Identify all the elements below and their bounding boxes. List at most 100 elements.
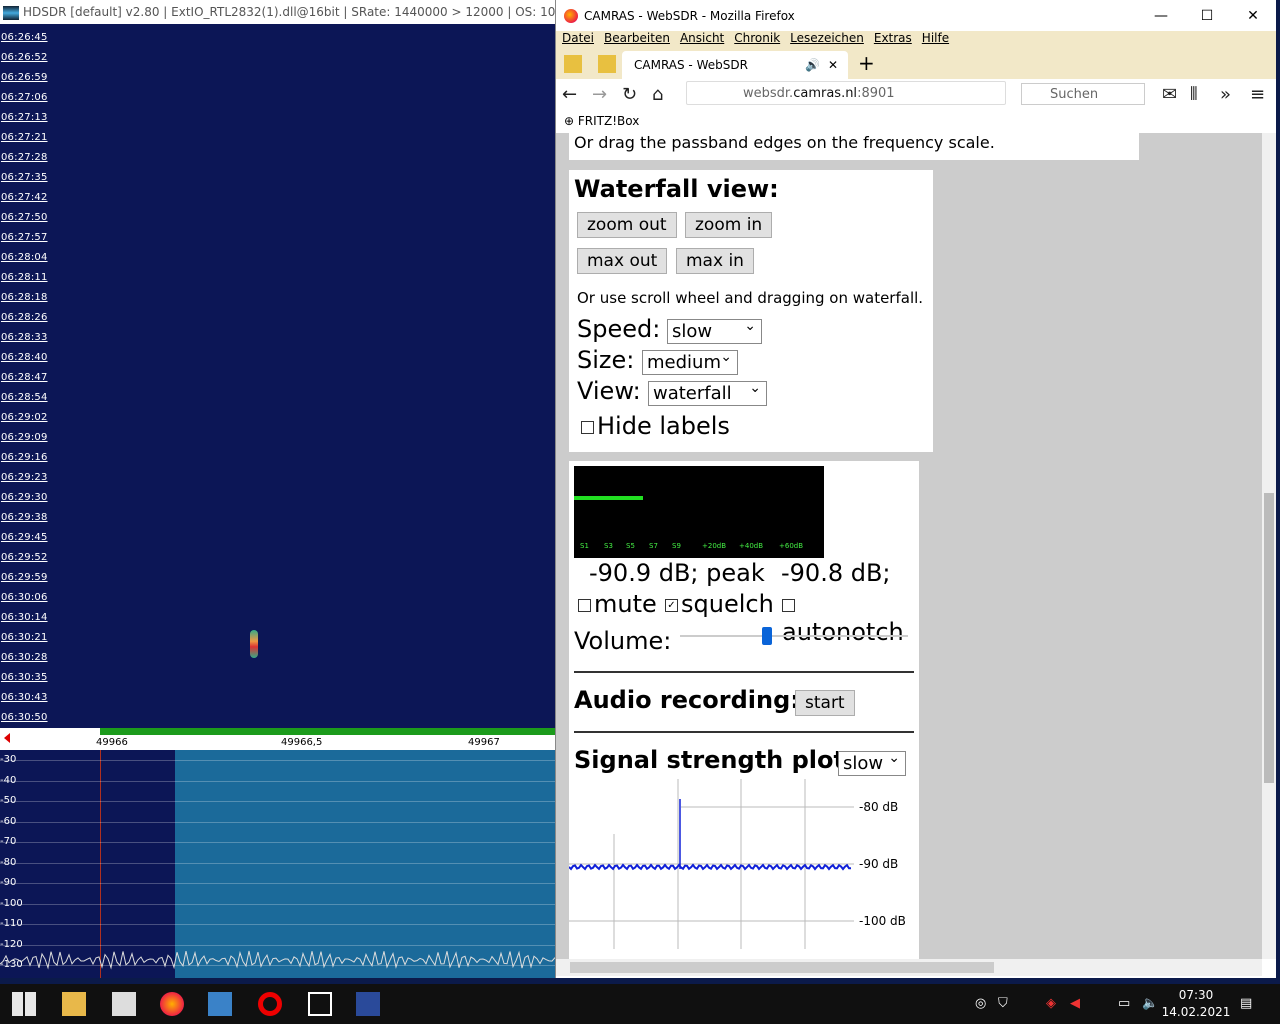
- close-button[interactable]: ✕: [1230, 8, 1276, 24]
- url-prefix: websdr.: [743, 86, 794, 101]
- mail-icon[interactable]: ✉: [1162, 84, 1177, 105]
- new-tab-button[interactable]: +: [858, 51, 875, 75]
- minimize-button[interactable]: —: [1138, 8, 1184, 24]
- time-label: 06:29:16: [1, 452, 48, 463]
- reload-icon[interactable]: ↻: [622, 84, 637, 105]
- store-icon[interactable]: [112, 992, 136, 1016]
- search-placeholder: Suchen: [1050, 87, 1099, 102]
- menu-chronik[interactable]: Chronik: [734, 31, 780, 49]
- clock[interactable]: 07:30 14.02.2021: [1156, 987, 1236, 1021]
- file-explorer-icon[interactable]: [62, 992, 86, 1016]
- mute-checkbox[interactable]: mute: [578, 590, 657, 618]
- media-icon[interactable]: [208, 992, 232, 1016]
- horizontal-scrollbar[interactable]: [556, 959, 1262, 976]
- firefox-taskbar-icon[interactable]: [160, 992, 184, 1016]
- speaker-icon[interactable]: 🔊: [805, 51, 820, 79]
- search-input[interactable]: Suchen: [1021, 83, 1145, 105]
- url-bar[interactable]: websdr.camras.nl:8901: [686, 81, 1006, 105]
- back-icon[interactable]: ←: [562, 84, 577, 105]
- network-icon[interactable]: ▭: [1118, 996, 1130, 1011]
- tray-icon[interactable]: ◎: [975, 996, 986, 1011]
- time-label: 06:29:52: [1, 552, 48, 563]
- taskbar: ◎ ⛉ ◈ ◀ ▭ 🔈 07:30 14.02.2021 ▤: [0, 984, 1280, 1024]
- menu-datei[interactable]: Datei: [562, 31, 594, 49]
- close-tab-icon[interactable]: ✕: [828, 51, 838, 79]
- maximize-button[interactable]: ☐: [1184, 8, 1230, 24]
- max-in-button[interactable]: max in: [676, 248, 754, 274]
- signal-blip: [250, 630, 258, 658]
- snipping-icon[interactable]: [308, 992, 332, 1016]
- home-icon[interactable]: ⌂: [652, 84, 663, 105]
- menu-hilfe[interactable]: Hilfe: [922, 31, 949, 49]
- speed-select[interactable]: slow: [667, 315, 762, 344]
- defender-icon[interactable]: ⛉: [998, 996, 1008, 1011]
- signal-heading: Signal strength plot:: [574, 746, 855, 774]
- frequency-scale[interactable]: 49966 49966,5 49967: [0, 728, 555, 750]
- clock-date: 14.02.2021: [1161, 1005, 1231, 1019]
- pinned-tab-icon[interactable]: [598, 55, 616, 73]
- tab-camras[interactable]: CAMRAS - WebSDR 🔊 ✕: [622, 51, 848, 79]
- menu-bar: Datei Bearbeiten Ansicht Chronik Lesezei…: [556, 31, 1276, 49]
- plot-label: -100 dB: [859, 914, 906, 928]
- opera-icon[interactable]: [258, 992, 282, 1016]
- peak-text: -90.8 dB;: [781, 559, 891, 587]
- autonotch-checkbox[interactable]: autonotch: [782, 590, 919, 646]
- size-select[interactable]: medium: [642, 346, 738, 375]
- hdsdr-waterfall[interactable]: 06:26:45 06:26:52 06:26:59 06:27:06 06:27:13…: [0, 24, 555, 728]
- recording-heading: Audio recording:: [574, 686, 800, 714]
- level-text: -90.9 dB; peak: [589, 559, 765, 587]
- library-icon[interactable]: ⫴: [1190, 84, 1198, 105]
- view-select[interactable]: waterfall: [648, 377, 767, 406]
- hdsdr-app-icon: [3, 5, 19, 20]
- hide-labels-checkbox[interactable]: Hide labels: [581, 412, 730, 440]
- time-label: 06:29:09: [1, 432, 48, 443]
- time-label: 06:30:28: [1, 652, 48, 663]
- volume-thumb[interactable]: [761, 627, 772, 645]
- time-label: 06:27:35: [1, 172, 48, 183]
- time-label: 06:27:06: [1, 92, 48, 103]
- hdsdr-taskbar-icon[interactable]: [356, 992, 380, 1016]
- s-meter: S1 S3 S5 S7 S9 +20dB +40dB +60dB: [574, 466, 824, 558]
- size-label: Size:: [577, 346, 635, 374]
- scroll-thumb[interactable]: [570, 962, 994, 973]
- checkbox-icon: [581, 420, 594, 434]
- squelch-checkbox[interactable]: ✓ squelch: [665, 590, 774, 618]
- vertical-scrollbar[interactable]: [1262, 133, 1276, 959]
- time-label: 06:27:13: [1, 112, 48, 123]
- time-label: 06:28:18: [1, 292, 48, 303]
- time-label: 06:29:45: [1, 532, 48, 543]
- zoom-out-button[interactable]: zoom out: [577, 212, 677, 238]
- overflow-icon[interactable]: »: [1220, 84, 1231, 105]
- volume-slider[interactable]: [680, 627, 908, 645]
- time-label: 06:30:35: [1, 672, 48, 683]
- windows-start-icon[interactable]: [12, 992, 36, 1016]
- menu-bearbeiten[interactable]: Bearbeiten: [604, 31, 670, 49]
- window-title: CAMRAS - WebSDR - Mozilla Firefox: [584, 8, 795, 23]
- bookmark-fritzbox[interactable]: FRITZ!Box: [578, 114, 639, 128]
- signal-speed-select[interactable]: slow: [838, 747, 906, 776]
- record-start-button[interactable]: start: [795, 690, 855, 716]
- passband-indicator: [100, 728, 555, 735]
- menu-ansicht[interactable]: Ansicht: [680, 31, 724, 49]
- time-label: 06:29:38: [1, 512, 48, 523]
- time-label: 06:29:59: [1, 572, 48, 583]
- scroll-thumb[interactable]: [1264, 493, 1274, 783]
- forward-icon[interactable]: →: [592, 84, 607, 105]
- volume-icon[interactable]: ◀: [1070, 996, 1080, 1011]
- pinned-tab-icon[interactable]: [564, 55, 582, 73]
- checkbox-icon: [578, 598, 591, 612]
- zoom-in-button[interactable]: zoom in: [685, 212, 773, 238]
- hdsdr-spectrum[interactable]: -30 -40 -50 -60 -70 -80 -90 -100 -110 -120 -130: [0, 750, 555, 978]
- menu-lesezeichen[interactable]: Lesezeichen: [790, 31, 864, 49]
- nav-bar: ← → ↻ ⌂ websdr.camras.nl:8901 Suchen ✉ ⫴…: [556, 79, 1276, 109]
- tune-marker[interactable]: [4, 733, 10, 743]
- menu-icon[interactable]: ≡: [1250, 84, 1265, 105]
- notification-icon[interactable]: ▤: [1240, 996, 1252, 1011]
- menu-extras[interactable]: Extras: [874, 31, 912, 49]
- tab-title: CAMRAS - WebSDR: [634, 58, 748, 72]
- s-meter-label: S1: [580, 542, 589, 550]
- time-label: 06:28:04: [1, 252, 48, 263]
- max-out-button[interactable]: max out: [577, 248, 668, 274]
- antivirus-icon[interactable]: ◈: [1046, 996, 1056, 1011]
- view-label: View:: [577, 377, 641, 405]
